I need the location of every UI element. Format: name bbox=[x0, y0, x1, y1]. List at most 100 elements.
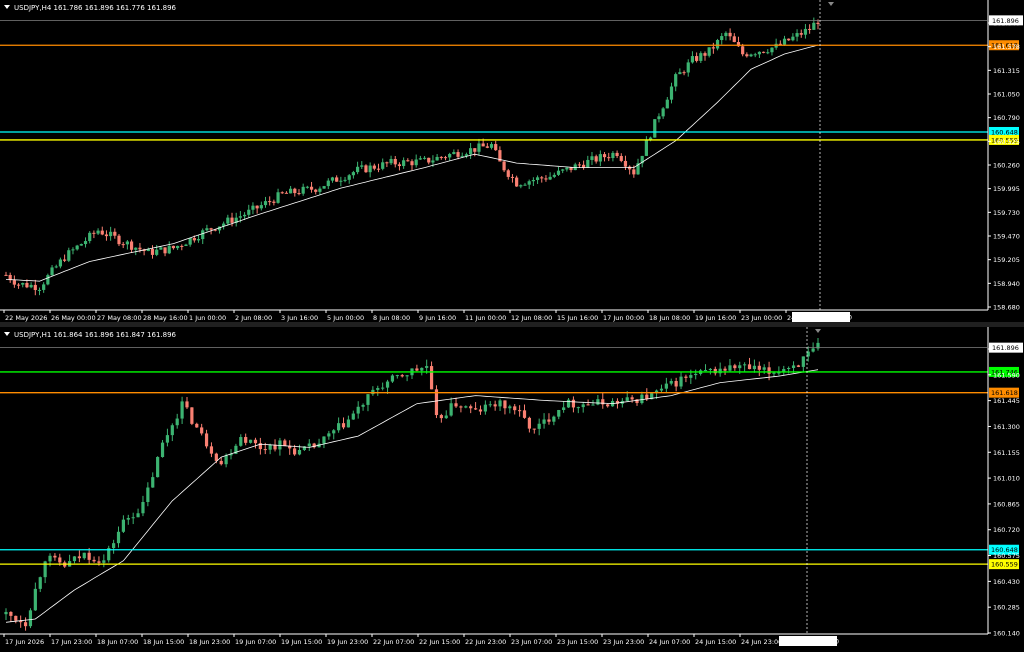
p2-candle-body bbox=[72, 556, 77, 562]
p2-candle-body bbox=[493, 404, 497, 407]
p2-candle-body bbox=[341, 423, 346, 428]
p2-candle-body bbox=[429, 366, 434, 390]
p2-candle-body bbox=[58, 557, 62, 563]
p1-candle-body bbox=[422, 157, 427, 159]
p1-candle-body bbox=[209, 228, 213, 230]
p1-candle-body bbox=[393, 158, 397, 165]
p1-candle-body bbox=[230, 217, 234, 223]
p2-candle-body bbox=[547, 419, 551, 422]
p2-candle-body bbox=[596, 399, 600, 405]
p1-candle-body bbox=[540, 177, 544, 179]
p1-candle-body bbox=[590, 156, 594, 160]
p1-candle-body bbox=[289, 188, 293, 194]
p1-x-tick-label: 5 Jun 00:00 bbox=[327, 314, 364, 322]
p2-x-tick-label: 23 Jun 15:00 bbox=[557, 638, 598, 646]
p1-y-tick-label: 160.525 bbox=[993, 138, 1020, 146]
p1-candle-body bbox=[242, 214, 247, 217]
p1-candle-body bbox=[12, 280, 16, 285]
p2-candle bbox=[190, 407, 194, 426]
p2-candle-body bbox=[787, 368, 791, 370]
p1-x-tick-label: 18 Jun 08:00 bbox=[649, 314, 690, 322]
p1-candle-body bbox=[523, 184, 527, 186]
p1-candle-body bbox=[506, 170, 510, 177]
p2-candle-body bbox=[586, 404, 590, 406]
p1-y-tick-label: 159.995 bbox=[993, 185, 1020, 193]
p2-candle-body bbox=[97, 561, 101, 563]
p1-candle-body bbox=[372, 165, 376, 169]
p2-candle-body bbox=[483, 404, 487, 412]
p1-candle-body bbox=[368, 165, 372, 173]
p2-candle-body bbox=[733, 365, 737, 369]
p1-candle-body bbox=[104, 234, 109, 237]
p2-candle-body bbox=[791, 365, 796, 369]
p1-candle-body bbox=[402, 160, 406, 167]
p1-candle-body bbox=[598, 154, 602, 162]
p1-candle-body bbox=[155, 249, 159, 255]
p1-candle-body bbox=[753, 54, 757, 56]
h4-chart[interactable]: 161.618160.648160.559 161.840161.578161.… bbox=[0, 0, 1024, 322]
p2-candle-body bbox=[757, 365, 761, 370]
p1-candle-body bbox=[485, 146, 489, 148]
p1-candle-body bbox=[301, 186, 305, 194]
p1-candle-body bbox=[397, 164, 402, 167]
p1-candle-body bbox=[766, 52, 770, 54]
p2-x-tick-label: 24 Jun 07:00 bbox=[649, 638, 690, 646]
p2-candle-body bbox=[224, 455, 228, 465]
p1-candle-body bbox=[100, 230, 104, 235]
p1-candle-body bbox=[527, 181, 531, 185]
h4-chart-pane[interactable]: 161.618160.648160.559 161.840161.578161.… bbox=[0, 0, 1024, 322]
p1-x-tick-label: 8 Jun 08:00 bbox=[373, 314, 410, 322]
p2-candle-body bbox=[332, 430, 336, 434]
p2-candle-body bbox=[752, 365, 757, 370]
p1-candle-body bbox=[309, 186, 314, 190]
p1-candle-body bbox=[623, 160, 628, 167]
p2-candle-body bbox=[464, 406, 468, 408]
p1-x-tick-label: 12 Jun 08:00 bbox=[511, 314, 552, 322]
p2-candle-body bbox=[420, 367, 424, 371]
p1-candle-body bbox=[665, 99, 669, 109]
h4-header: USDJPY,H4 161.786 161.896 161.776 161.89… bbox=[14, 4, 177, 12]
p1-candle-body bbox=[628, 166, 632, 170]
p2-candle-body bbox=[444, 415, 448, 419]
p1-candle-body bbox=[284, 192, 289, 194]
p2-candle-body bbox=[48, 555, 52, 562]
p1-candle-body bbox=[376, 168, 381, 170]
p1-candle-body bbox=[347, 175, 351, 180]
p2-candle-body bbox=[4, 611, 8, 615]
p2-current-price-label: 161.896 bbox=[992, 344, 1019, 352]
p2-x-tick-label: 19 Jun 07:00 bbox=[235, 638, 276, 646]
p1-y-tick-label: 160.260 bbox=[993, 162, 1020, 170]
p1-x-tick-label: 22 May 2026 bbox=[5, 314, 47, 322]
p1-x-tick-label: 2 Jun 08:00 bbox=[235, 314, 272, 322]
p1-candle-body bbox=[21, 282, 25, 285]
p1-candle-body bbox=[548, 176, 552, 180]
p1-candle-body bbox=[674, 74, 678, 87]
p2-candle-body bbox=[767, 367, 771, 374]
p2-candle-body bbox=[131, 517, 135, 519]
p1-candle bbox=[653, 119, 657, 138]
p1-candle-body bbox=[602, 154, 607, 158]
p2-candle-body bbox=[356, 406, 360, 414]
p1-candle-body bbox=[481, 143, 485, 147]
p2-candle-body bbox=[38, 577, 42, 589]
p1-candle-body bbox=[552, 174, 556, 177]
p2-candle-body bbox=[283, 440, 287, 446]
p2-candle-body bbox=[513, 406, 517, 411]
p2-candle-body bbox=[606, 404, 610, 407]
p1-candle-body bbox=[134, 247, 138, 250]
p1-candle-body bbox=[37, 289, 42, 291]
p1-candle-body bbox=[791, 36, 795, 41]
p1-current-price-label: 161.896 bbox=[992, 17, 1019, 25]
h1-chart[interactable]: 161.746161.618160.648160.559 161.896161.… bbox=[0, 327, 1024, 652]
p2-candle-body bbox=[777, 372, 781, 374]
p1-candle-body bbox=[703, 53, 707, 56]
p2-candle-body bbox=[557, 409, 561, 417]
p2-candle-body bbox=[640, 394, 644, 404]
p1-candle-body bbox=[816, 22, 820, 24]
p1-candle-body bbox=[322, 186, 326, 189]
p1-candle-body bbox=[494, 144, 498, 151]
h1-chart-pane[interactable]: 161.746161.618160.648160.559 161.896161.… bbox=[0, 327, 1024, 652]
p1-y-tick-label: 158.680 bbox=[993, 304, 1020, 312]
p1-candle-body bbox=[385, 162, 389, 164]
p2-candle-body bbox=[522, 410, 527, 418]
